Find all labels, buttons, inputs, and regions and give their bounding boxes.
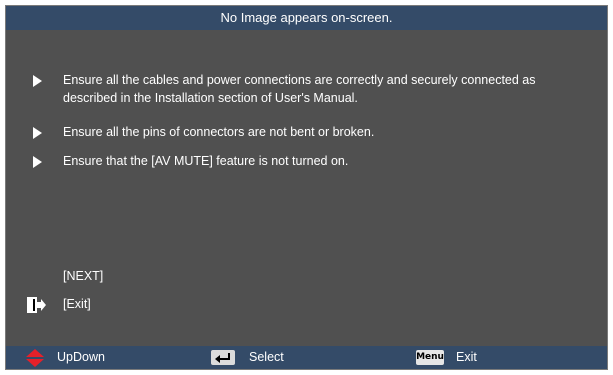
up-down-arrows-icon: [26, 349, 44, 367]
enter-key-icon: [211, 350, 235, 365]
menu-key-icon: Menu: [416, 350, 444, 365]
select-label: Select: [249, 350, 284, 364]
help-osd-dialog: No Image appears on-screen. Ensure all t…: [5, 5, 608, 370]
tip-text: Ensure that the [AV MUTE] feature is not…: [63, 154, 349, 168]
arrow-right-icon: [33, 75, 42, 87]
dialog-title: No Image appears on-screen.: [6, 6, 607, 30]
updown-label: UpDown: [57, 350, 105, 364]
exit-label: [Exit]: [63, 297, 91, 311]
arrow-right-icon: [33, 156, 42, 168]
exit-hint-label: Exit: [456, 350, 477, 364]
next-option[interactable]: [NEXT]: [63, 269, 103, 283]
tip-text: Ensure all the pins of connectors are no…: [63, 125, 375, 139]
help-content: Ensure all the cables and power connecti…: [6, 30, 607, 346]
footer-hint-bar: UpDown Select Menu Exit: [6, 346, 607, 369]
exit-door-icon: [27, 297, 46, 313]
arrow-right-icon: [33, 127, 42, 139]
tip-text: Ensure all the cables and power connecti…: [63, 73, 536, 105]
